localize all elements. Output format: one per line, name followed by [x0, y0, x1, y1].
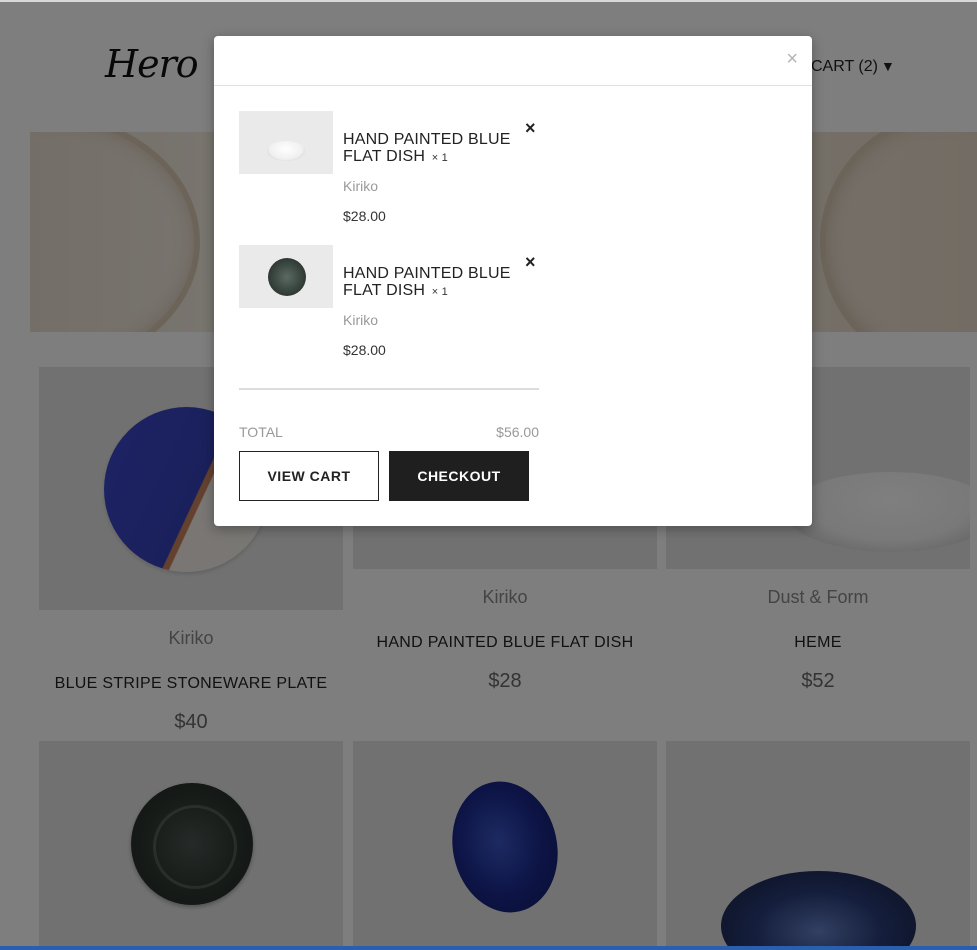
cart-item-title: HAND PAINTED BLUE FLAT DISH [343, 131, 511, 165]
close-icon[interactable]: × [786, 48, 798, 71]
cart-item-quantity: × 1 [431, 286, 448, 298]
dark-plate-image [268, 258, 306, 296]
checkout-button[interactable]: CHECKOUT [389, 451, 529, 501]
view-cart-button[interactable]: VIEW CART [239, 451, 379, 501]
cart-line-item: HAND PAINTED BLUE FLAT DISH × 1 Kiriko $… [239, 245, 539, 365]
total-label: TOTAL [239, 424, 283, 440]
cart-item-name[interactable]: HAND PAINTED BLUE FLAT DISH × 1 [343, 131, 518, 167]
cart-item-thumbnail[interactable] [239, 245, 333, 308]
divider [239, 388, 539, 390]
white-bowl-image [267, 141, 305, 161]
cart-item-quantity: × 1 [431, 152, 448, 164]
cart-item-name[interactable]: HAND PAINTED BLUE FLAT DISH × 1 [343, 265, 518, 301]
cart-item-price: $28.00 [343, 342, 386, 358]
cart-line-item: HAND PAINTED BLUE FLAT DISH × 1 Kiriko $… [239, 111, 539, 231]
total-value: $56.00 [496, 424, 539, 440]
modal-header: × [214, 36, 812, 86]
cart-item-price: $28.00 [343, 208, 386, 224]
cart-item-thumbnail[interactable] [239, 111, 333, 174]
cart-item-vendor: Kiriko [343, 312, 379, 328]
remove-item-icon[interactable]: × [525, 119, 536, 137]
cart-modal: × HAND PAINTED BLUE FLAT DISH × 1 Kiriko… [214, 36, 812, 526]
cart-item-vendor: Kiriko [343, 178, 379, 194]
os-taskbar [0, 946, 977, 950]
remove-item-icon[interactable]: × [525, 253, 536, 271]
storefront-page: Hero CART (2)▼ Kiriko BLUE STRIPE STONEW… [0, 0, 977, 950]
cart-item-title: HAND PAINTED BLUE FLAT DISH [343, 265, 511, 299]
